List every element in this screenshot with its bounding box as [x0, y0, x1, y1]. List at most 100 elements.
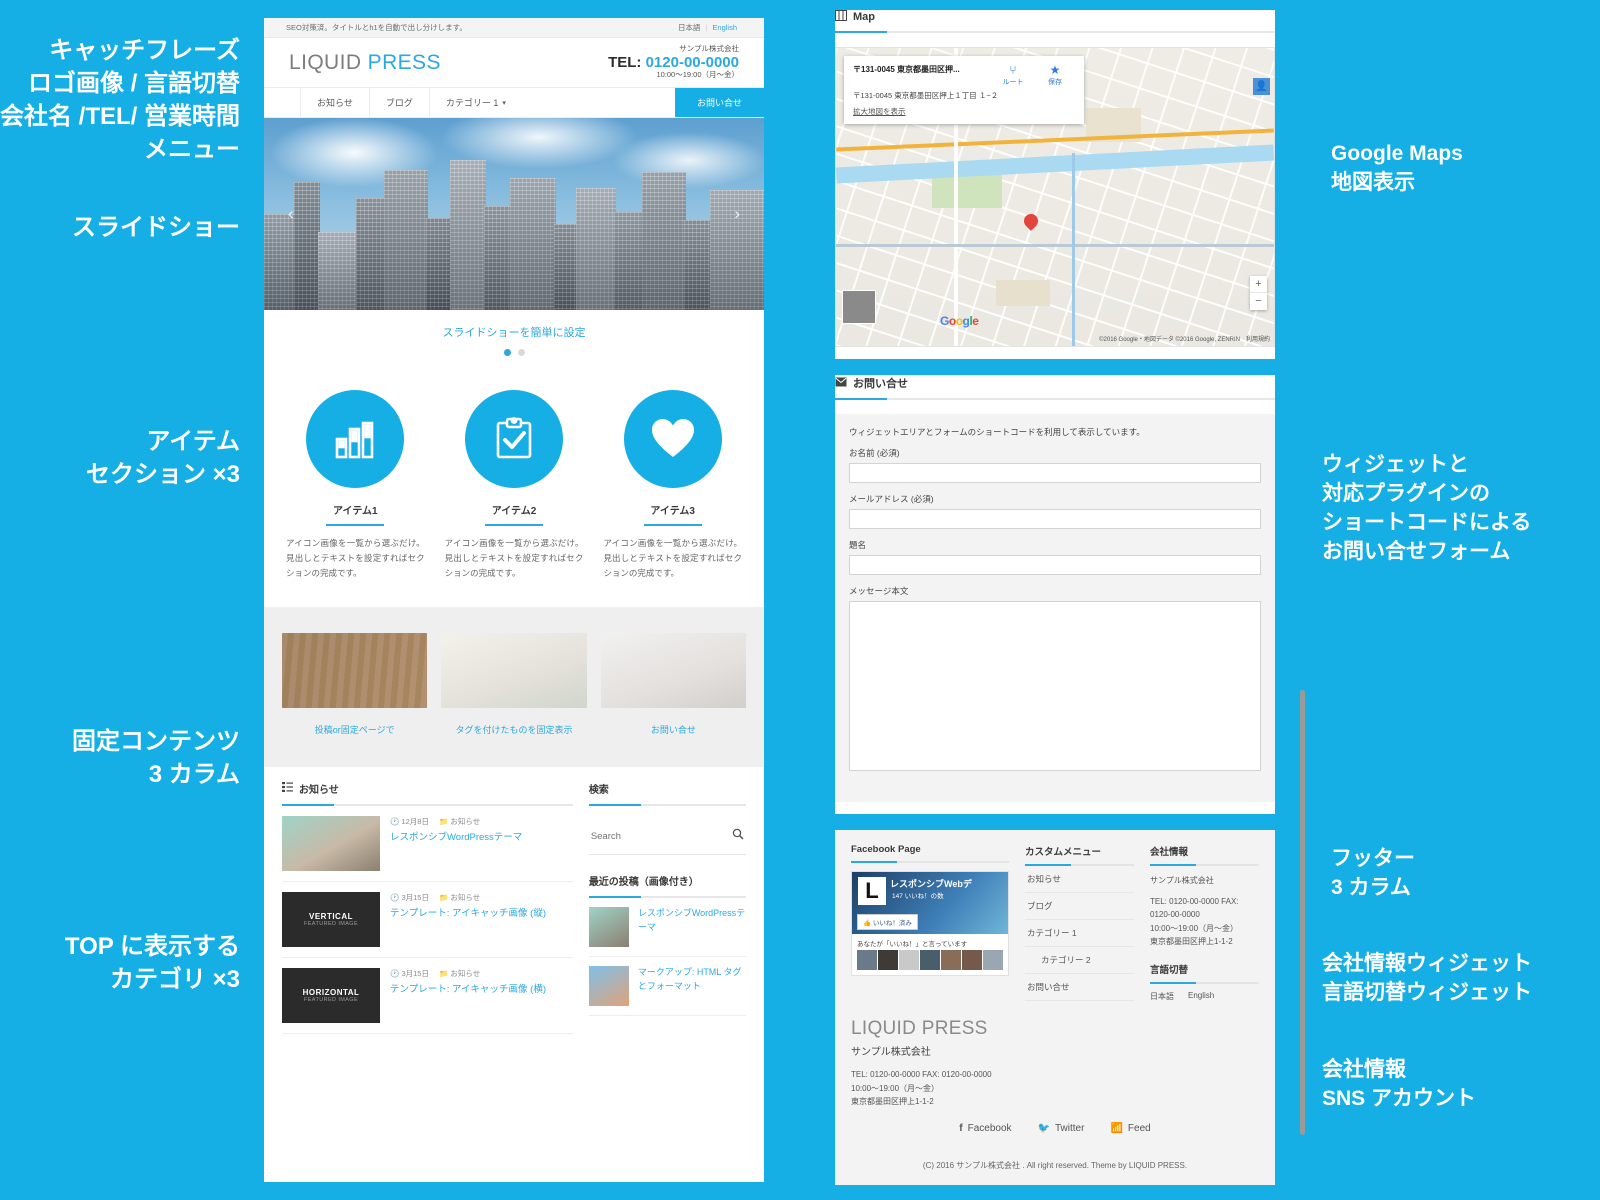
map-save-label: 保存	[1048, 79, 1062, 87]
map-zoom-in-button[interactable]: +	[1250, 276, 1267, 293]
nav-item-news[interactable]: お知らせ	[300, 88, 369, 117]
item-title: アイテム1	[333, 506, 378, 517]
map-satellite-toggle[interactable]	[842, 290, 876, 324]
item-underline	[326, 524, 385, 526]
nav-item-blog[interactable]: ブログ	[368, 88, 429, 117]
news-heading-label: お知らせ	[299, 785, 339, 797]
feed-link[interactable]: 📶 Feed	[1110, 1123, 1150, 1134]
annotation-google-maps: Google Maps 地図表示	[1331, 140, 1591, 198]
twitter-icon: 🐦	[1037, 1122, 1050, 1134]
fixed-column-caption[interactable]: お問い合せ	[601, 708, 746, 738]
slide-next-arrow[interactable]: ›	[734, 204, 740, 224]
google-map[interactable]: 〒131-0045 東京都墨田区押... ⑂ ルート ★ 保存 〒131-004…	[835, 47, 1275, 347]
fixed-column-2[interactable]: タグを付けたものを固定表示	[441, 632, 587, 738]
map-info-card[interactable]: 〒131-0045 東京都墨田区押... ⑂ ルート ★ 保存 〒131-004…	[844, 56, 1084, 124]
annotation-line: ウィジェットと	[1322, 453, 1469, 476]
news-meta: 🕐 12月8日 📁 お知らせ	[390, 816, 522, 827]
news-heading-rule	[282, 804, 573, 807]
slide-dot-1[interactable]	[503, 349, 511, 356]
slide-prev-arrow[interactable]: ‹	[288, 204, 294, 224]
site-header: LIQUID PRESS サンプル株式会社 TEL: 0120-00-0000 …	[264, 38, 764, 88]
news-title[interactable]: テンプレート: アイキャッチ画像 (横)	[390, 979, 546, 997]
lang-widget-ja[interactable]: 日本語	[1150, 991, 1174, 1002]
search-box[interactable]	[588, 818, 746, 856]
annotation-line: 地図表示	[1331, 170, 1415, 194]
site-logo[interactable]: LIQUID PRESS	[289, 51, 441, 75]
site-tagline: SEO対策済。タイトルとh1を自動で出し分けします。	[286, 23, 467, 32]
header-telephone[interactable]: TEL: 0120-00-0000	[608, 54, 739, 71]
slide-dot-2[interactable]	[517, 349, 525, 356]
annotation-line: お問い合せフォーム	[1322, 539, 1511, 563]
annotation-line: メニュー	[144, 136, 240, 164]
widgets-panel: Map 〒131-0045 東京都墨田区押... ⑂ ルート ★ 保存 〒131…	[835, 10, 1275, 1185]
footer-facebook-widget: Facebook Page L レスポンシブWebデ 147 いいね！の数 👍 …	[851, 844, 1009, 1002]
news-item[interactable]: VERTICAL FEATURED IMAGE 🕐 3月15日 📁 お知らせ テ…	[282, 882, 573, 959]
rss-icon: 📶	[1110, 1122, 1123, 1134]
annotation-slideshow: スライドショー	[0, 211, 240, 244]
lang-switch-en[interactable]: English	[707, 23, 742, 32]
recent-post-item[interactable]: レスポンシブWordPressテーマ	[588, 898, 746, 958]
news-item[interactable]: 🕐 12月8日 📁 お知らせ レスポンシブWordPressテーマ	[282, 806, 573, 883]
map-zoom-out-button[interactable]: −	[1250, 293, 1267, 310]
facebook-link[interactable]: f Facebook	[959, 1123, 1011, 1134]
lang-widget-en[interactable]: English	[1188, 991, 1214, 1002]
recent-post-title[interactable]: レスポンシブWordPressテーマ	[638, 907, 746, 947]
facebook-friends-note: あなたが「いいね！」と言っています	[857, 941, 968, 948]
map-heading-rule	[835, 31, 1275, 33]
custom-menu-item-news[interactable]: お知らせ	[1025, 866, 1134, 893]
thumb-label: VERTICAL	[309, 912, 353, 922]
annotation-line: ショートコードによる	[1322, 510, 1532, 534]
map-user-icon[interactable]: 👤	[1253, 78, 1270, 95]
search-icon[interactable]	[732, 827, 744, 845]
news-title[interactable]: テンプレート: アイキャッチ画像 (縦)	[390, 903, 546, 921]
right-scrollbar[interactable]	[1300, 690, 1305, 1135]
name-input[interactable]	[849, 463, 1261, 483]
search-input[interactable]	[590, 830, 732, 842]
news-item[interactable]: HORIZONTAL FEATURED IMAGE 🕐 3月15日 📁 お知らせ…	[282, 958, 573, 1035]
map-zoom-controls[interactable]: + −	[1250, 276, 1267, 310]
facebook-like-button[interactable]: 👍 いいね！済み	[857, 914, 918, 930]
map-attribution: ©2016 Google・地図データ ©2016 Google, ZENRIN …	[1099, 337, 1270, 343]
fixed-column-caption[interactable]: 投稿or固定ページで	[282, 708, 427, 738]
recent-post-thumbnail	[588, 907, 629, 948]
map-expand-link[interactable]: 拡大地図を表示	[853, 102, 906, 117]
custom-menu-item-contact[interactable]: お問い合せ	[1025, 974, 1134, 1001]
message-textarea[interactable]	[849, 601, 1261, 771]
email-input[interactable]	[849, 509, 1261, 529]
site-preview: SEO対策済。タイトルとh1を自動で出し分けします。 日本語 | English…	[264, 18, 764, 1182]
google-logo: Google	[940, 314, 979, 328]
news-category: 📁 お知らせ	[438, 893, 481, 903]
field-label: 題名	[849, 540, 867, 550]
fixed-column-1[interactable]: 投稿or固定ページで	[282, 632, 428, 738]
custom-menu-item-category2[interactable]: カテゴリー 2	[1025, 947, 1134, 974]
lang-switch-ja[interactable]: 日本語	[673, 22, 706, 33]
fixed-column-3[interactable]: お問い合せ	[600, 632, 746, 738]
recent-post-title[interactable]: マークアップ: HTML タグとフォーマット	[638, 966, 746, 1006]
item-section-1: アイテム1 アイコン画像を一覧から選ぶだけ。見出しとテキストを設定すればセクショ…	[282, 390, 429, 581]
nav-item-category1[interactable]: カテゴリー 1 ▾	[428, 88, 522, 117]
annotation-line: ロゴ画像 / 言語切替	[27, 70, 240, 98]
item-section-3: アイテム3 アイコン画像を一覧から選ぶだけ。見出しとテキストを設定すればセクショ…	[599, 390, 746, 581]
annotation-line: 固定コンテンツ	[72, 728, 240, 755]
facebook-page-card[interactable]: L レスポンシブWebデ 147 いいね！の数 👍 いいね！済み あなたが「いい…	[851, 871, 1009, 976]
annotation-line: 3 カラム	[1331, 875, 1411, 899]
subject-input[interactable]	[849, 555, 1261, 575]
twitter-link[interactable]: 🐦 Twitter	[1038, 1123, 1085, 1134]
form-field-subject: 題名	[849, 539, 1261, 585]
nav-contact-button[interactable]: お問い合せ	[674, 88, 764, 117]
footer-custom-menu-widget: カスタムメニュー お知らせ ブログ カテゴリー 1 カテゴリー 2 お問い合せ	[1025, 844, 1134, 1002]
map-save-button[interactable]: ★ 保存	[1035, 63, 1075, 87]
header-company-name: サンプル株式会社	[679, 44, 739, 54]
fixed-column-caption[interactable]: タグを付けたものを固定表示	[441, 708, 586, 738]
slideshow-hero[interactable]: ‹ ›	[264, 118, 764, 310]
news-column: お知らせ 🕐 12月8日 📁 お知らせ レスポンシブWordPressテーマ V…	[282, 781, 573, 1035]
mail-icon	[835, 377, 847, 390]
annotation-line: 言語切替ウィジェット	[1322, 980, 1532, 1004]
news-title[interactable]: レスポンシブWordPressテーマ	[390, 827, 522, 845]
custom-menu-item-blog[interactable]: ブログ	[1025, 893, 1134, 920]
recent-post-item[interactable]: マークアップ: HTML タグとフォーマット	[588, 957, 746, 1017]
annotation-line: Google Maps	[1331, 142, 1463, 165]
custom-menu-item-category1[interactable]: カテゴリー 1	[1025, 920, 1134, 947]
map-marker[interactable]	[1021, 211, 1041, 234]
map-directions-button[interactable]: ⑂ ルート	[993, 63, 1033, 87]
